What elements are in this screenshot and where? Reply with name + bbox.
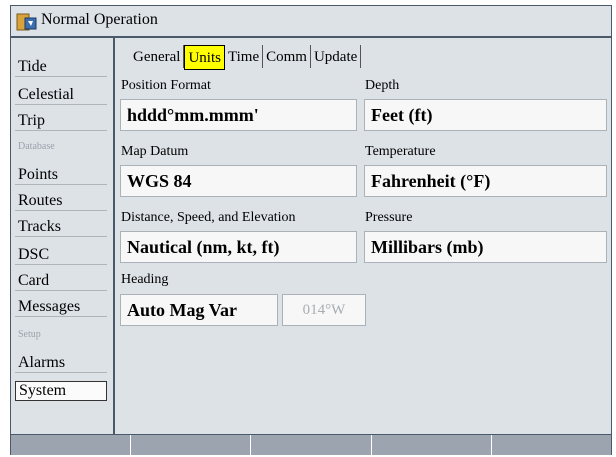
tab-update[interactable]: Update [311, 45, 362, 68]
depth-label: Depth [365, 78, 400, 93]
heading-field[interactable]: Auto Mag Var [120, 294, 278, 326]
sidebar-section-database: Database [18, 141, 55, 152]
softkey-4[interactable] [371, 435, 492, 455]
tab-bar: General Units Time Comm Update [130, 45, 362, 70]
device-screen: Normal Operation Tide Celestial Trip Databa… [10, 5, 612, 455]
window-title: Normal Operation [41, 11, 158, 28]
position-format-field[interactable]: hddd°mm.mmm' [120, 99, 357, 131]
depth-field[interactable]: Feet (ft) [364, 99, 607, 131]
softkey-3[interactable] [251, 435, 372, 455]
title-bar: Normal Operation [11, 6, 611, 36]
sidebar: Tide Celestial Trip Database Points Routes Tra… [11, 38, 113, 434]
temperature-field[interactable]: Fahrenheit (°F) [364, 165, 607, 197]
softkey-2[interactable] [131, 435, 252, 455]
tab-time[interactable]: Time [225, 45, 264, 68]
sidebar-item-messages[interactable]: Messages [15, 296, 107, 317]
pressure-label: Pressure [365, 210, 413, 225]
magnetic-variation-field: 014°W [282, 294, 366, 326]
distance-field[interactable]: Nautical (nm, kt, ft) [120, 231, 357, 263]
sidebar-item-routes[interactable]: Routes [15, 190, 107, 211]
map-datum-label: Map Datum [121, 144, 189, 159]
sidebar-item-dsc[interactable]: DSC [15, 244, 107, 265]
softkey-bar [11, 435, 612, 455]
sidebar-item-alarms[interactable]: Alarms [15, 352, 107, 373]
position-format-label: Position Format [121, 78, 211, 93]
app-icon [16, 13, 37, 31]
distance-label: Distance, Speed, and Elevation [121, 210, 296, 225]
map-datum-field[interactable]: WGS 84 [120, 165, 357, 197]
sidebar-item-celestial[interactable]: Celestial [15, 84, 107, 105]
temperature-label: Temperature [365, 144, 436, 159]
sidebar-item-points[interactable]: Points [15, 164, 107, 185]
pressure-field[interactable]: Millibars (mb) [364, 231, 607, 263]
sidebar-section-setup: Setup [18, 329, 41, 340]
sidebar-item-tracks[interactable]: Tracks [15, 216, 107, 237]
softkey-5[interactable] [491, 435, 612, 455]
tab-comm[interactable]: Comm [263, 45, 311, 68]
sidebar-item-trip[interactable]: Trip [15, 110, 107, 131]
softkey-1[interactable] [11, 435, 132, 455]
tab-general[interactable]: General [130, 45, 185, 68]
sidebar-item-card[interactable]: Card [15, 270, 107, 291]
tab-units[interactable]: Units [184, 45, 225, 70]
heading-label: Heading [121, 272, 169, 287]
units-panel: General Units Time Comm Update Position … [115, 38, 611, 434]
sidebar-item-tide[interactable]: Tide [15, 56, 107, 77]
sidebar-item-system[interactable]: System [15, 381, 107, 401]
